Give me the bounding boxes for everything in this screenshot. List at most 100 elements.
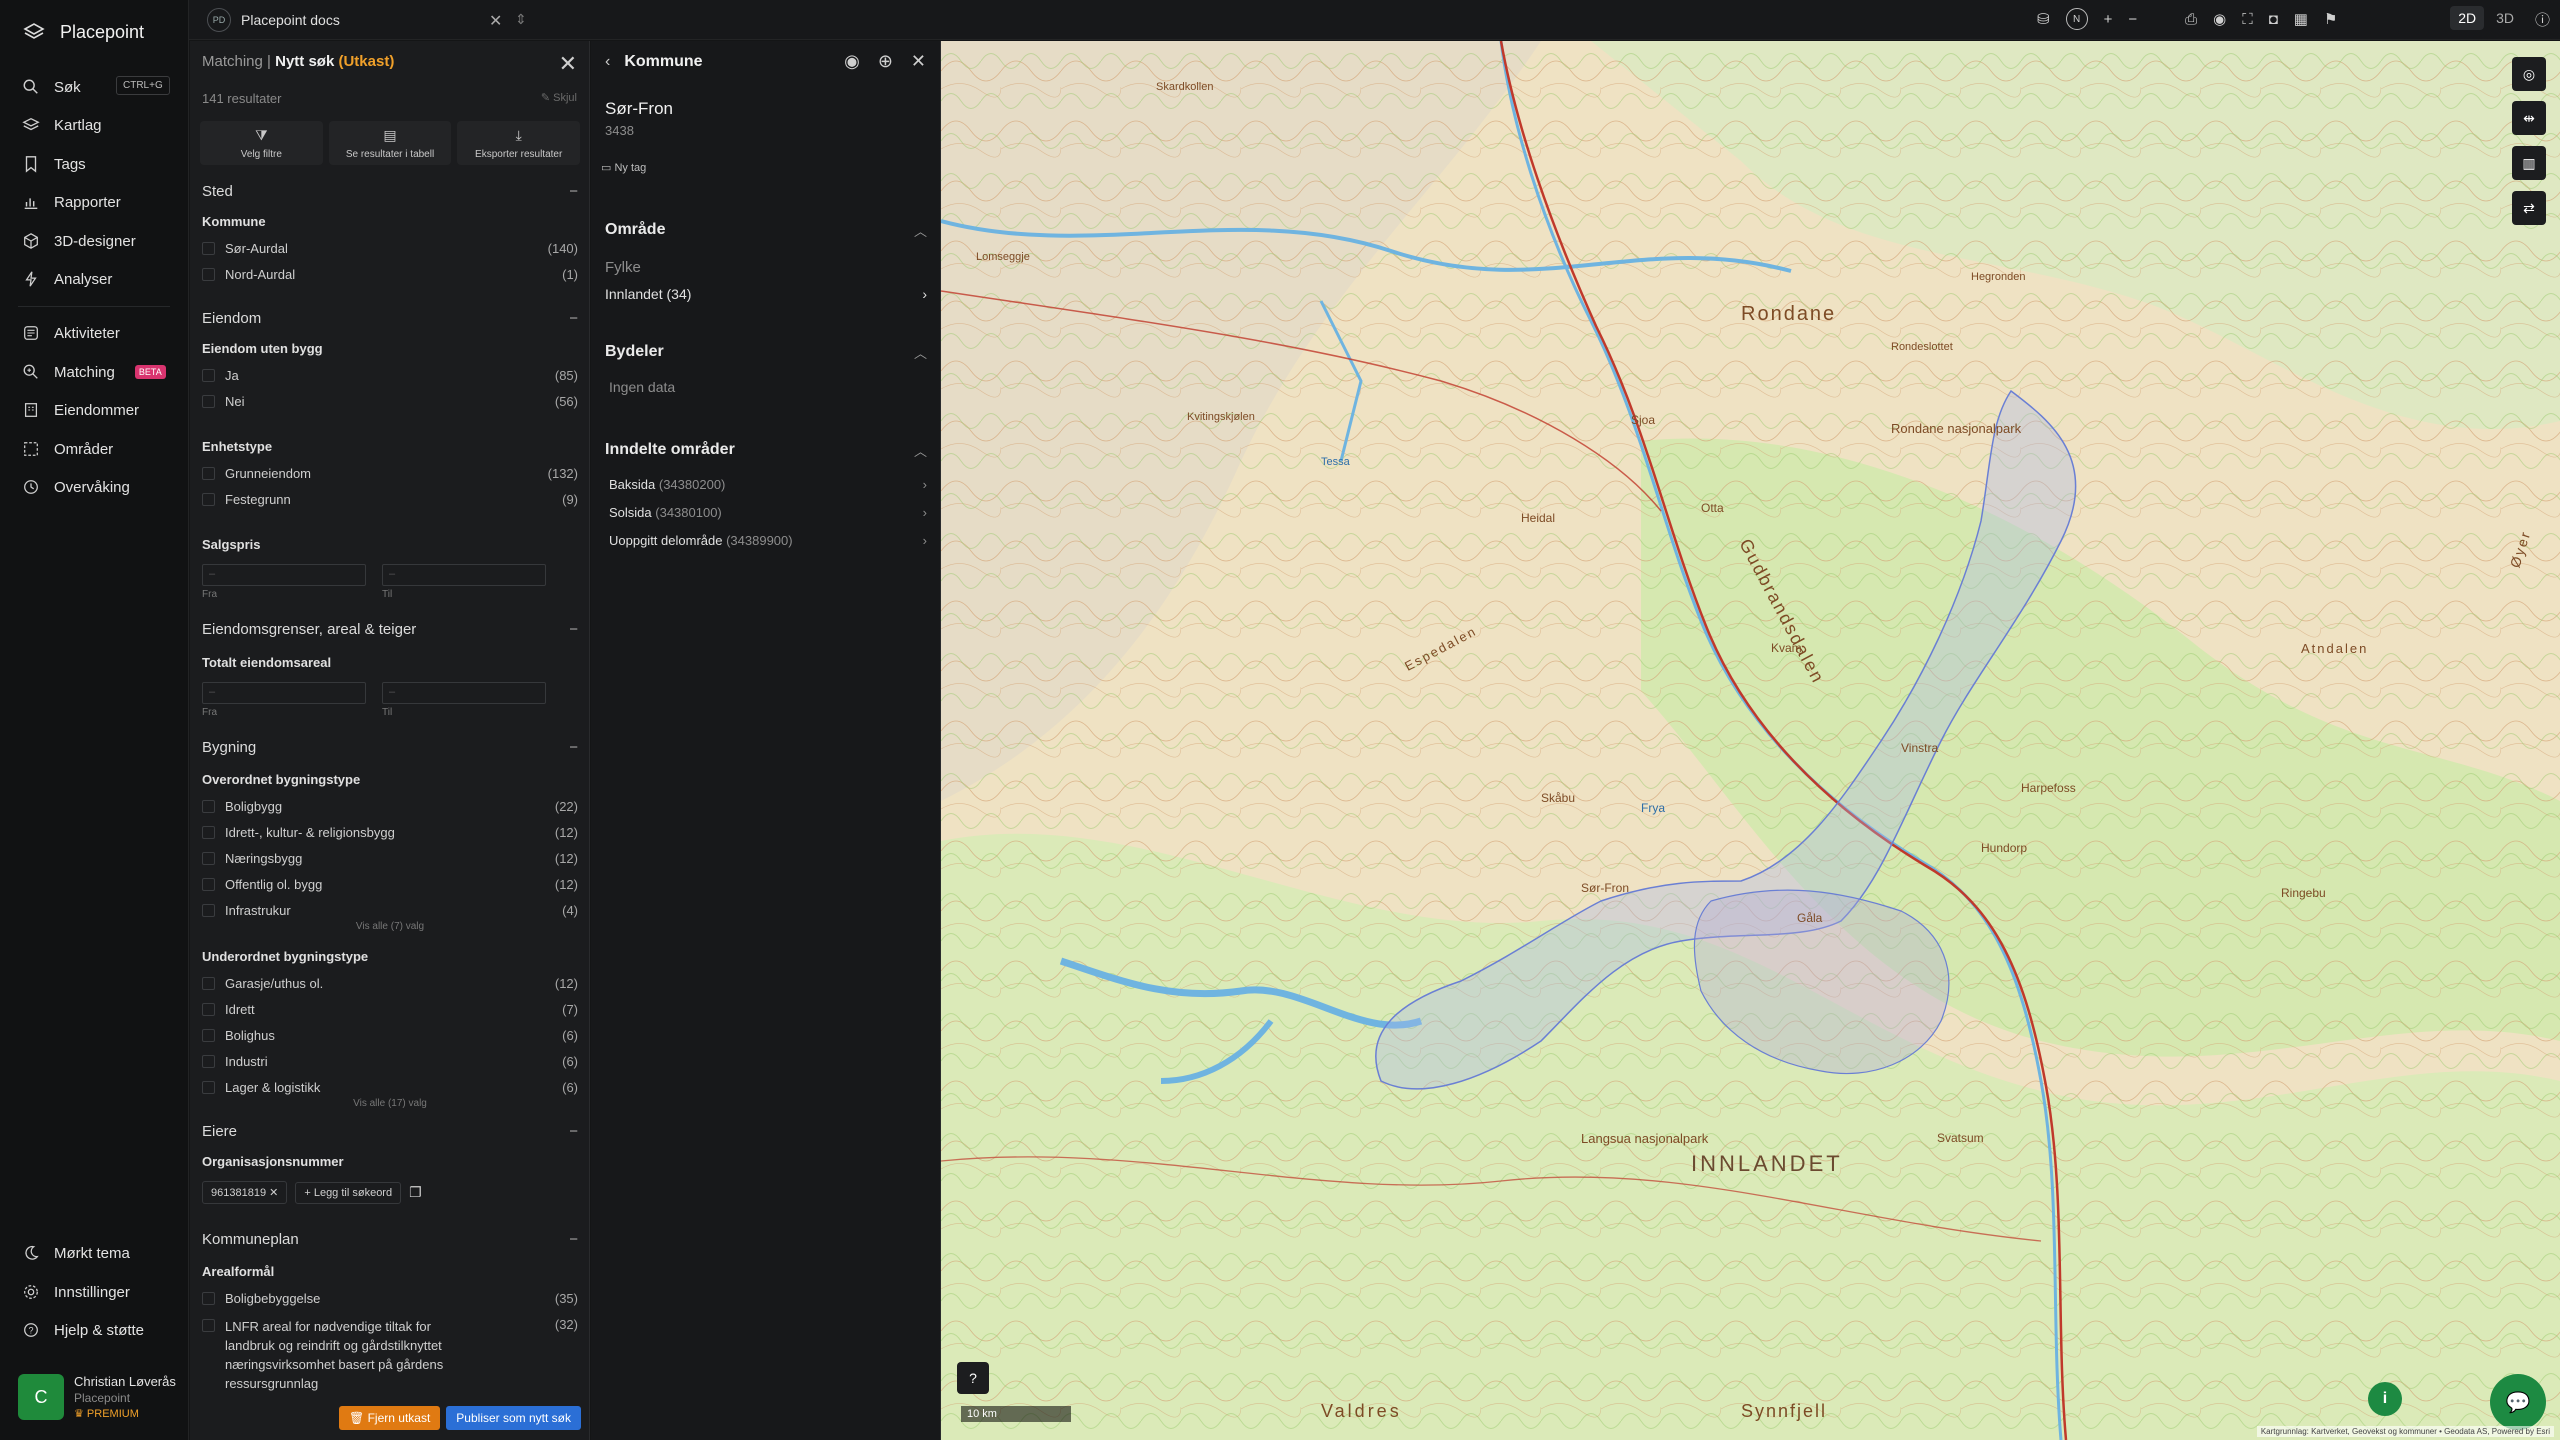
- checkbox[interactable]: [202, 1292, 215, 1305]
- select-filters-button[interactable]: ⧩ Velg filtre: [200, 121, 323, 165]
- checkbox[interactable]: [202, 493, 215, 506]
- filter-option[interactable]: Sør-Aurdal (140): [202, 241, 578, 256]
- filter-option[interactable]: Industri (6): [202, 1054, 578, 1069]
- close-matching-icon[interactable]: ✕: [559, 51, 577, 77]
- sidebar-item-morkt-tema[interactable]: Mørkt tema: [22, 1244, 130, 1262]
- map-tool-chart-icon[interactable]: ▥: [2512, 146, 2546, 180]
- map-tool-share-icon[interactable]: ⇄: [2512, 191, 2546, 225]
- close-icon[interactable]: ✕: [911, 51, 926, 72]
- print-icon[interactable]: ⎙: [2185, 11, 2197, 28]
- zoom-out-icon[interactable]: −: [2128, 11, 2137, 28]
- collapse-icon[interactable]: −: [569, 1123, 578, 1140]
- filter-option[interactable]: Garasje/uthus ol. (12): [202, 976, 578, 991]
- sidebar-item-innstillinger[interactable]: Innstillinger: [22, 1283, 130, 1301]
- sidebar-item-omrader[interactable]: Områder: [22, 440, 113, 458]
- section-bygning[interactable]: Bygning −: [202, 739, 578, 756]
- section-grenser[interactable]: Eiendomsgrenser, areal & teiger −: [202, 621, 578, 638]
- section-kommuneplan[interactable]: Kommuneplan −: [202, 1231, 578, 1248]
- area-row[interactable]: Baksida (34380200) ›: [605, 477, 927, 492]
- filter-option[interactable]: Offentlig ol. bygg (12): [202, 877, 578, 892]
- map-info-icon[interactable]: i: [2368, 1382, 2402, 1416]
- map-tool-measure-icon[interactable]: ⇹: [2512, 101, 2546, 135]
- area-to-input[interactable]: –: [382, 682, 546, 704]
- grid-icon[interactable]: ▦: [2294, 10, 2308, 28]
- back-chevron-icon[interactable]: ‹: [605, 53, 610, 71]
- sidebar-item-analyser[interactable]: Analyser: [22, 270, 112, 288]
- view-2d-button[interactable]: 2D: [2450, 6, 2485, 30]
- compass-icon[interactable]: N: [2065, 8, 2088, 30]
- sidebar-item-sok[interactable]: Søk: [22, 78, 81, 96]
- fylke-row[interactable]: Innlandet (34) ›: [605, 286, 927, 302]
- layers-toggle-icon[interactable]: ⛁: [2037, 10, 2050, 28]
- sidebar-item-matching[interactable]: Matching BETA: [22, 363, 166, 381]
- copy-icon[interactable]: ❐: [409, 1184, 422, 1201]
- export-results-button[interactable]: ⤓ Eksporter resultater: [457, 121, 581, 165]
- filter-option[interactable]: Nord-Aurdal (1): [202, 267, 578, 282]
- remove-draft-button[interactable]: 🗑 Fjern utkast: [339, 1406, 441, 1430]
- checkbox[interactable]: [202, 826, 215, 839]
- collapse-icon[interactable]: −: [569, 739, 578, 756]
- section-omrade[interactable]: Område ︿: [605, 221, 927, 240]
- collapse-icon[interactable]: −: [569, 621, 578, 638]
- collapse-icon[interactable]: −: [569, 183, 578, 200]
- filter-option[interactable]: Infrastrukur (4): [202, 903, 578, 918]
- show-all-link[interactable]: Vis alle (17) valg: [202, 1098, 578, 1109]
- new-tag-button[interactable]: ▭ Ny tag: [601, 161, 646, 174]
- chevron-updown-icon[interactable]: ⇕: [515, 11, 527, 28]
- checkbox[interactable]: [202, 977, 215, 990]
- sidebar-item-overvaking[interactable]: Overvåking: [22, 478, 130, 496]
- filter-option[interactable]: Idrett-, kultur- & religionsbygg (12): [202, 825, 578, 840]
- checkbox[interactable]: [202, 1081, 215, 1094]
- close-doc-icon[interactable]: ✕: [489, 11, 502, 31]
- chevron-up-icon[interactable]: ︿: [914, 441, 927, 460]
- filter-option[interactable]: LNFR areal for nødvendige tiltak for lan…: [202, 1317, 578, 1393]
- filter-option[interactable]: Ja (85): [202, 368, 578, 383]
- checkbox[interactable]: [202, 467, 215, 480]
- section-inndelte[interactable]: Inndelte områder ︿: [605, 441, 927, 460]
- eye-icon[interactable]: ◉: [2213, 10, 2226, 28]
- sidebar-item-3d-designer[interactable]: 3D-designer: [22, 232, 136, 250]
- area-from-input[interactable]: –: [202, 682, 366, 704]
- view-table-button[interactable]: ▤ Se resultater i tabell: [328, 121, 452, 165]
- map-tool-layers-icon[interactable]: ◎: [2512, 57, 2546, 91]
- map-help-icon[interactable]: ?: [957, 1362, 989, 1394]
- chat-icon[interactable]: 💬: [2490, 1374, 2546, 1430]
- map-canvas[interactable]: Rondane Rondane nasjonalpark Gudbrandsda…: [941, 41, 2560, 1440]
- checkbox[interactable]: [202, 1055, 215, 1068]
- checkbox[interactable]: [202, 852, 215, 865]
- filter-option[interactable]: Nei (56): [202, 394, 578, 409]
- collapse-icon[interactable]: −: [569, 1231, 578, 1248]
- sidebar-item-hjelp[interactable]: ? Hjelp & støtte: [22, 1321, 144, 1339]
- checkbox[interactable]: [202, 1003, 215, 1016]
- bookmark-map-icon[interactable]: ⚑: [2324, 10, 2337, 28]
- checkbox[interactable]: [202, 904, 215, 917]
- filter-option[interactable]: Idrett (7): [202, 1002, 578, 1017]
- hide-toggle[interactable]: ✎ Skjul: [541, 91, 577, 104]
- filter-option[interactable]: Boligbygg (22): [202, 799, 578, 814]
- publish-search-button[interactable]: Publiser som nytt søk: [446, 1406, 581, 1430]
- user-profile[interactable]: C Christian Løverås Placepoint ♛ PREMIUM: [18, 1374, 176, 1420]
- filter-option[interactable]: Boligbebyggelse (35): [202, 1291, 578, 1306]
- sidebar-item-tags[interactable]: Tags: [22, 155, 86, 173]
- chevron-up-icon[interactable]: ︿: [914, 343, 927, 362]
- checkbox[interactable]: [202, 1319, 215, 1332]
- view-3d-button[interactable]: 3D: [2488, 6, 2522, 30]
- section-bydeler[interactable]: Bydeler ︿: [605, 343, 927, 362]
- filter-option[interactable]: Grunneiendom (132): [202, 466, 578, 481]
- section-eiendom[interactable]: Eiendom −: [202, 310, 578, 327]
- section-eiere[interactable]: Eiere −: [202, 1123, 578, 1140]
- locate-icon[interactable]: ⊕: [878, 51, 893, 72]
- info-icon[interactable]: ⓘ: [2535, 9, 2550, 30]
- checkbox[interactable]: [202, 878, 215, 891]
- sidebar-item-eiendommer[interactable]: Eiendommer: [22, 401, 139, 419]
- show-all-link[interactable]: Vis alle (7) valg: [202, 921, 578, 932]
- chevron-up-icon[interactable]: ︿: [914, 221, 927, 240]
- brand[interactable]: Placepoint: [22, 20, 144, 44]
- fullscreen-icon[interactable]: ⛶: [2242, 11, 2253, 28]
- checkbox[interactable]: [202, 369, 215, 382]
- filter-option[interactable]: Bolighus (6): [202, 1028, 578, 1043]
- camera-icon[interactable]: ◘: [2269, 11, 2278, 28]
- breadcrumb-matching[interactable]: Matching: [202, 53, 263, 70]
- eye-icon[interactable]: ◉: [844, 51, 860, 72]
- zoom-in-icon[interactable]: +: [2104, 11, 2113, 28]
